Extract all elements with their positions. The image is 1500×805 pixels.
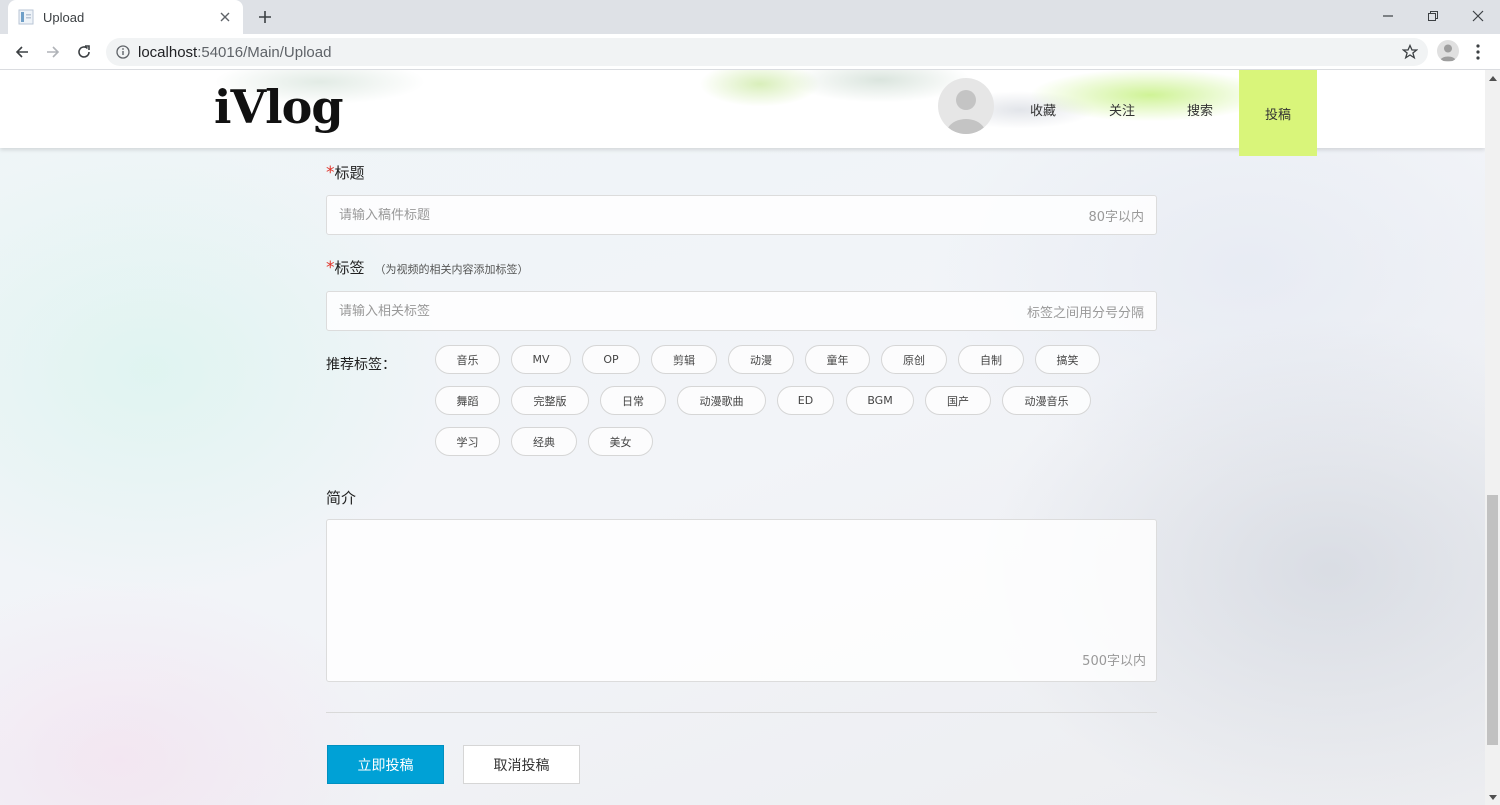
address-bar[interactable]: localhost:54016/Main/Upload xyxy=(106,38,1428,66)
tags-field[interactable]: 标签之间用分号分隔 xyxy=(326,291,1157,331)
scroll-up-icon[interactable] xyxy=(1485,70,1500,85)
submit-button[interactable]: 立即投稿 xyxy=(327,745,444,784)
tag-chip[interactable]: 搞笑 xyxy=(1035,345,1100,374)
minimize-icon[interactable] xyxy=(1375,4,1401,28)
intro-textarea[interactable] xyxy=(327,520,1156,681)
required-mark: * xyxy=(326,258,335,278)
tags-limit: 标签之间用分号分隔 xyxy=(1026,305,1144,321)
browser-menu-icon[interactable] xyxy=(1470,40,1486,64)
tag-chip[interactable]: 剪辑 xyxy=(651,345,717,374)
tag-chip[interactable]: 自制 xyxy=(958,345,1024,374)
page-favicon-icon xyxy=(18,9,34,25)
nav-upload[interactable]: 投稿 xyxy=(1239,70,1317,156)
tag-chip[interactable]: 学习 xyxy=(435,427,500,456)
scrollbar-thumb[interactable] xyxy=(1487,495,1498,745)
nav-search[interactable]: 搜索 xyxy=(1170,70,1230,148)
recommended-tags-label: 推荐标签： xyxy=(326,357,396,373)
tag-chip[interactable]: 完整版 xyxy=(511,386,589,415)
tag-chip[interactable]: 美女 xyxy=(588,427,653,456)
cancel-button[interactable]: 取消投稿 xyxy=(463,745,580,784)
tag-chip[interactable]: 音乐 xyxy=(435,345,500,374)
tags-label-text: 标签 xyxy=(334,259,365,277)
tags-input[interactable] xyxy=(339,303,1027,319)
tag-chip[interactable]: 动漫歌曲 xyxy=(677,386,766,415)
browser-tabstrip: Upload xyxy=(0,0,1500,34)
restore-icon[interactable] xyxy=(1420,4,1446,28)
browser-toolbar: localhost:54016/Main/Upload xyxy=(0,34,1500,70)
tab-close-icon[interactable] xyxy=(217,9,233,25)
tags-label: *标签 （为视频的相关内容添加标签） xyxy=(326,257,529,278)
page-scrollbar[interactable] xyxy=(1485,70,1500,805)
tag-chip[interactable]: ED xyxy=(777,386,834,415)
forward-arrow-icon[interactable] xyxy=(41,40,65,64)
info-icon[interactable] xyxy=(116,45,130,59)
new-tab-icon[interactable] xyxy=(254,6,276,28)
scroll-down-icon[interactable] xyxy=(1485,790,1500,805)
user-avatar[interactable] xyxy=(938,78,994,134)
url-path: :54016/Main/Upload xyxy=(197,43,332,61)
nav-follow[interactable]: 关注 xyxy=(1092,70,1152,148)
tab-title: Upload xyxy=(43,9,85,25)
tag-chip[interactable]: BGM xyxy=(846,386,914,415)
tag-chip[interactable]: 经典 xyxy=(511,427,577,456)
profile-avatar-icon[interactable] xyxy=(1437,40,1459,62)
tag-chip[interactable]: 童年 xyxy=(805,345,870,374)
tag-chip[interactable]: MV xyxy=(511,345,571,374)
reload-icon[interactable] xyxy=(72,40,96,64)
tag-chip[interactable]: 动漫音乐 xyxy=(1002,386,1091,415)
bookmark-star-icon[interactable] xyxy=(1402,44,1418,60)
tag-chip[interactable]: 舞蹈 xyxy=(435,386,500,415)
form-divider xyxy=(326,712,1157,713)
nav-favorites[interactable]: 收藏 xyxy=(1013,70,1073,148)
browser-tab[interactable]: Upload xyxy=(8,0,243,34)
site-logo[interactable]: iVlog xyxy=(214,80,343,134)
intro-field[interactable]: 500字以内 xyxy=(326,519,1157,682)
title-field[interactable]: 80字以内 xyxy=(326,195,1157,235)
site-header: iVlog 收藏 关注 搜索 投稿 xyxy=(0,70,1485,156)
title-label-text: 标题 xyxy=(334,164,365,182)
tags-hint: （为视频的相关内容添加标签） xyxy=(374,263,529,276)
title-limit: 80字以内 xyxy=(1088,209,1144,225)
intro-limit: 500字以内 xyxy=(1082,654,1146,669)
required-mark: * xyxy=(326,163,335,183)
title-label: *标题 xyxy=(326,162,365,183)
tag-chip[interactable]: 原创 xyxy=(881,345,947,374)
url-host: localhost xyxy=(138,43,198,61)
tag-chip[interactable]: 动漫 xyxy=(728,345,794,374)
tag-chip[interactable]: OP xyxy=(582,345,640,374)
url-text: localhost:54016/Main/Upload xyxy=(138,44,331,61)
window-close-icon[interactable] xyxy=(1465,4,1491,28)
title-input[interactable] xyxy=(339,207,1089,223)
tag-chip[interactable]: 日常 xyxy=(600,386,666,415)
intro-label: 简介 xyxy=(326,489,357,507)
page-viewport: iVlog 收藏 关注 搜索 投稿 *标题 80字以内 *标签（为视频的相关内容… xyxy=(0,70,1485,805)
tag-chip[interactable]: 国产 xyxy=(925,386,991,415)
back-arrow-icon[interactable] xyxy=(10,40,34,64)
